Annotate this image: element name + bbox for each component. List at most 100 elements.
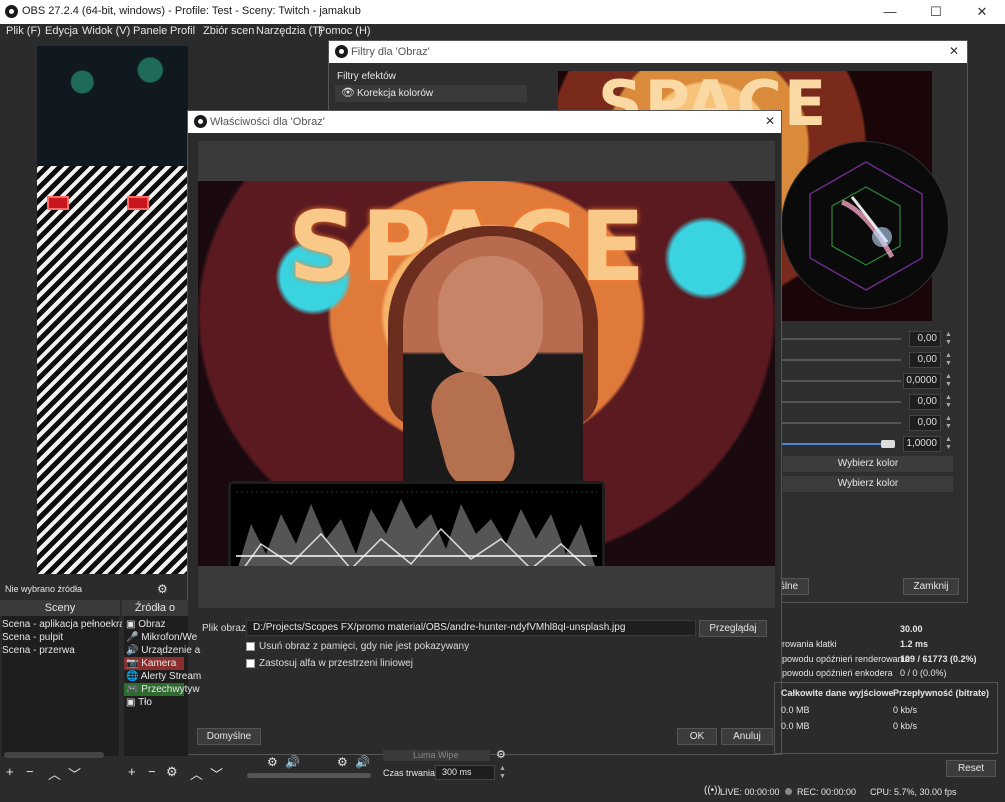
source-item[interactable]: 🎮 Przechwytyw — [124, 683, 200, 696]
reset-button[interactable]: Reset — [946, 760, 996, 777]
filter-item[interactable]: 👁 Korekcja kolorów — [335, 85, 527, 102]
source-label: Tło — [138, 697, 152, 708]
fps-value: 30.00 — [900, 624, 923, 634]
ok-button[interactable]: OK — [677, 728, 717, 745]
value-field[interactable]: 0,00 — [909, 331, 941, 347]
gear-icon[interactable]: ⚙ — [157, 582, 168, 596]
frame-render-value: 1.2 ms — [900, 639, 929, 649]
transitions-fragment: Luma Wipe ⚙ Czas trwania 300 ms ▲ ▼ — [383, 748, 513, 782]
source-label: Przechwytyw — [141, 684, 200, 695]
broadcast-icon: ((•)) — [704, 785, 721, 796]
eye-icon[interactable]: 👁 — [341, 86, 355, 99]
speaker-icon[interactable]: 🔊 — [355, 755, 370, 769]
source-label: Urządzenie a — [141, 645, 201, 656]
pick-color-button[interactable]: Wybierz kolor — [783, 456, 953, 472]
duration-field[interactable]: 300 ms — [435, 765, 495, 780]
spinner-icon[interactable]: ▲ ▼ — [943, 331, 954, 347]
menu-tools[interactable]: Narzędzia (T) — [256, 25, 323, 37]
effect-filters-label: Filtry efektów — [337, 71, 396, 82]
transition-select[interactable]: Luma Wipe — [383, 750, 490, 761]
menu-view[interactable]: Widok (V) — [82, 25, 130, 37]
source-label: Alerty Stream — [140, 671, 202, 682]
status-bar: ((•)) LIVE: 00:00:00 REC: 00:00:00 CPU: … — [0, 782, 1005, 802]
close-icon[interactable]: ✕ — [765, 114, 775, 128]
close-button[interactable]: Zamknij — [903, 578, 959, 595]
move-up-icon[interactable]: ︿ — [48, 764, 61, 783]
menu-file[interactable]: Plik (F) — [6, 25, 41, 37]
scene-item[interactable]: Scena - przerwa — [2, 644, 75, 657]
close-button[interactable]: ✕ — [959, 0, 1005, 24]
move-down-icon[interactable]: ﹀ — [210, 764, 223, 783]
file-label: Plik obrazu — [202, 623, 252, 634]
gear-icon[interactable]: ⚙ — [496, 748, 506, 761]
source-item[interactable]: 🎤 Mikrofon/We — [126, 631, 197, 644]
close-icon[interactable]: ✕ — [949, 44, 959, 58]
menu-help[interactable]: Pomoc (H) — [318, 25, 371, 37]
rec-time: REC: 00:00:00 — [797, 787, 857, 797]
spinner-icon[interactable]: ▲ ▼ — [943, 415, 954, 431]
menu-profile[interactable]: Profil — [170, 25, 195, 37]
scene-item[interactable]: Scena - aplikacja pełnoekranc — [2, 618, 135, 631]
menu-docks[interactable]: Panele — [133, 25, 167, 37]
gear-icon[interactable]: ⚙ — [267, 755, 278, 769]
defaults-button[interactable]: Domyślne — [197, 728, 261, 745]
menu-edit[interactable]: Edycja — [45, 25, 78, 37]
spinner-icon[interactable]: ▲ ▼ — [497, 765, 508, 780]
obs-logo-icon — [5, 5, 18, 18]
cancel-button[interactable]: Anuluj — [721, 728, 773, 745]
properties-title-bar: Właściwości dla 'Obraz' ✕ — [188, 111, 781, 133]
source-item[interactable]: ▣ Tło — [126, 696, 152, 709]
source-item[interactable]: 🌐 Alerty Stream — [126, 670, 201, 683]
add-icon[interactable]: + — [6, 764, 14, 779]
invader-shape — [127, 196, 149, 210]
frame-render-label: rowania klatki — [782, 639, 837, 649]
encode-lag-value: 0 / 0 (0.0%) — [900, 668, 947, 678]
sources-dock: Źródła o ▣ Obraz 🎤 Mikrofon/We 🔊 Urządze… — [122, 600, 201, 762]
file-path-input[interactable]: D:/Projects/Scopes FX/promo material/OBS… — [246, 620, 696, 636]
col-bitrate: Przepływność (bitrate) — [893, 688, 990, 698]
pick-color-button[interactable]: Wybierz kolor — [783, 476, 953, 492]
slider-handle[interactable] — [881, 440, 895, 448]
maximize-button[interactable]: ☐ — [913, 0, 959, 24]
spinner-icon[interactable]: ▲ ▼ — [943, 352, 954, 368]
mixer-scrollbar[interactable] — [247, 773, 371, 778]
value-field[interactable]: 0,0000 — [903, 373, 941, 389]
move-up-icon[interactable]: ︿ — [190, 764, 203, 783]
value-field[interactable]: 0,00 — [909, 415, 941, 431]
speaker-icon[interactable]: 🔊 — [285, 755, 300, 769]
preview-top-bar — [198, 141, 775, 181]
main-preview[interactable] — [37, 46, 188, 574]
remove-icon[interactable]: − — [26, 764, 34, 779]
add-icon[interactable]: + — [128, 764, 136, 779]
gear-icon[interactable]: ⚙ — [337, 755, 348, 769]
unload-checkbox[interactable] — [246, 642, 255, 651]
no-source-label: Nie wybrano źródła — [5, 584, 83, 594]
source-item[interactable]: ▣ Obraz — [126, 618, 165, 631]
scene-item[interactable]: Scena - pulpit — [2, 631, 63, 644]
source-item[interactable]: 📷 Kamera — [124, 657, 184, 670]
spinner-icon[interactable]: ▲ ▼ — [943, 394, 954, 410]
mic-icon: 🎤 — [126, 632, 139, 643]
value-field[interactable]: 1,0000 — [903, 436, 941, 452]
obs-logo-icon — [194, 115, 207, 128]
menu-scene-collection[interactable]: Zbiór scen — [203, 25, 254, 37]
spinner-icon[interactable]: ▲ ▼ — [943, 436, 954, 452]
preview-bottom-bar — [198, 566, 775, 608]
source-item[interactable]: 🔊 Urządzenie a — [126, 644, 200, 657]
browse-button[interactable]: Przeglądaj — [699, 620, 767, 637]
properties-window: Właściwości dla 'Obraz' ✕ SPACE Plik obr… — [187, 110, 782, 755]
live-time: LIVE: 00:00:00 — [720, 787, 780, 797]
gear-icon[interactable]: ⚙ — [166, 764, 178, 780]
no-source-bar: Nie wybrano źródła ⚙ — [0, 578, 168, 600]
invader-shape — [47, 196, 69, 210]
scenes-scrollbar[interactable] — [4, 752, 104, 758]
spinner-icon[interactable]: ▲ ▼ — [943, 373, 954, 389]
move-down-icon[interactable]: ﹀ — [68, 764, 81, 783]
minimize-button[interactable]: — — [867, 0, 913, 24]
source-label: Kamera — [141, 658, 177, 669]
linear-alpha-checkbox[interactable] — [246, 659, 255, 668]
value-field[interactable]: 0,00 — [909, 352, 941, 368]
value-field[interactable]: 0,00 — [909, 394, 941, 410]
linear-alpha-label: Zastosuj alfa w przestrzeni liniowej — [259, 658, 413, 669]
remove-icon[interactable]: − — [148, 764, 156, 779]
